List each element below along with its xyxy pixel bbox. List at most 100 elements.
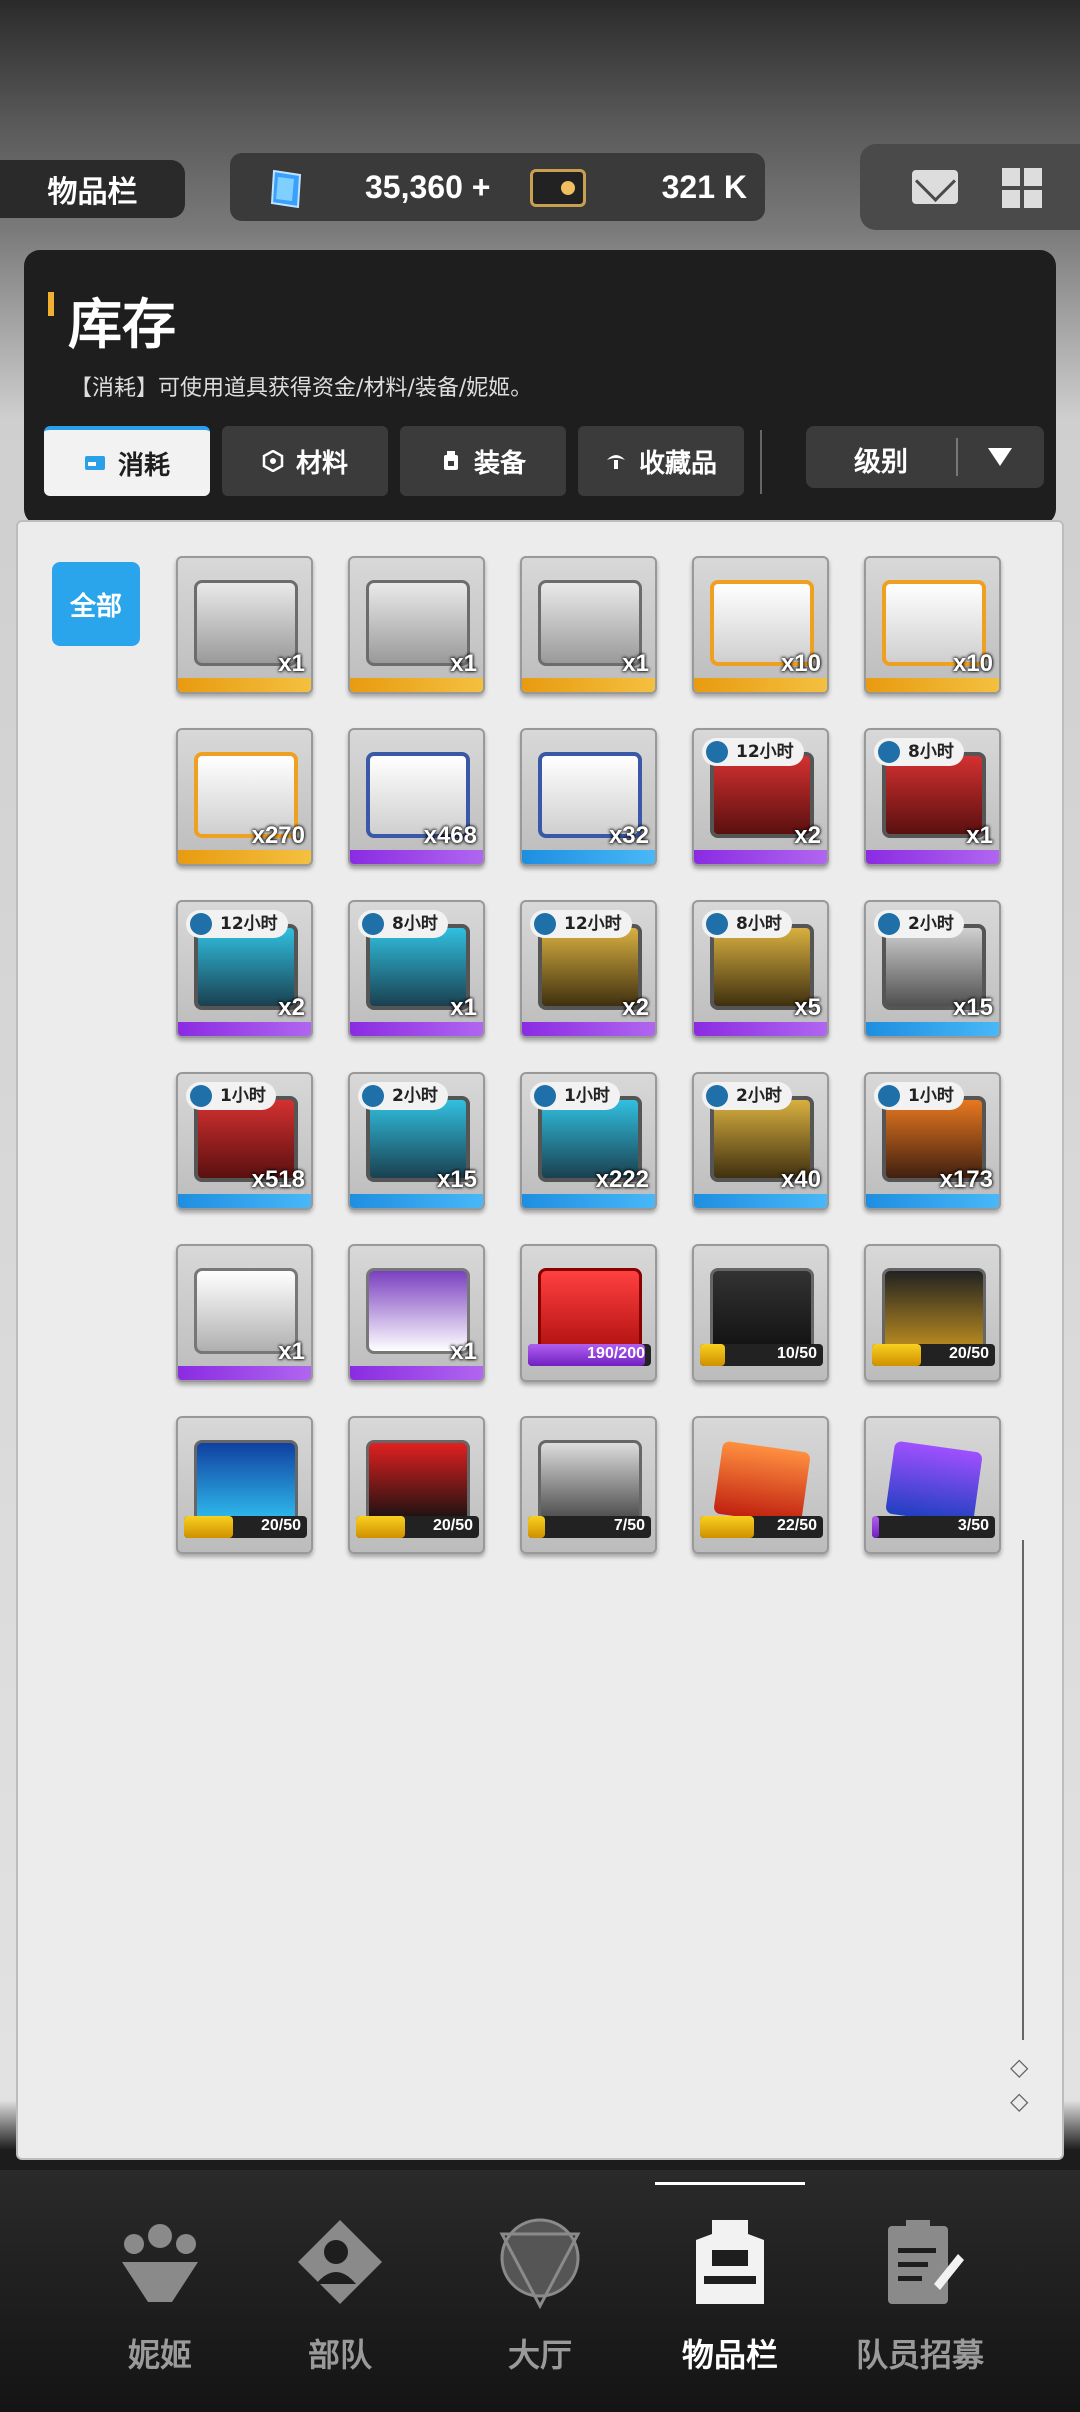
- rarity-bar: [522, 1194, 655, 1208]
- inventory-item[interactable]: 12小时 x2: [176, 900, 313, 1038]
- nav-inventory-label: 物品栏: [681, 2336, 778, 2374]
- bottom-nav: 妮姬 部队 大厅 物品栏 队员招募: [0, 2170, 1080, 2412]
- tab-divider: [760, 430, 762, 494]
- title-accent: [48, 292, 54, 316]
- inventory-item[interactable]: x468: [348, 728, 485, 866]
- nav-lobby-label: 大厅: [507, 2336, 572, 2374]
- inventory-item[interactable]: 8小时 x1: [348, 900, 485, 1038]
- inventory-item[interactable]: 190/200: [520, 1244, 657, 1382]
- inventory-item[interactable]: 1小时 x518: [176, 1072, 313, 1210]
- item-duration-badge: 1小时: [874, 1082, 964, 1110]
- item-quantity: x222: [595, 1166, 649, 1193]
- item-quantity: x1: [278, 650, 305, 677]
- inventory-item[interactable]: 7/50: [520, 1416, 657, 1554]
- item-progress-bar: 190/200: [528, 1344, 651, 1366]
- nav-squad[interactable]: 部队: [250, 2204, 430, 2384]
- inventory-item[interactable]: 1小时 x222: [520, 1072, 657, 1210]
- tab-materials[interactable]: 材料: [222, 426, 388, 496]
- item-duration-badge: 12小时: [186, 910, 288, 938]
- item-image: [713, 1440, 811, 1526]
- item-image: [538, 1440, 642, 1526]
- inventory-item[interactable]: x1: [176, 556, 313, 694]
- rarity-bar: [694, 678, 827, 692]
- inventory-item[interactable]: 8小时 x5: [692, 900, 829, 1038]
- inventory-item[interactable]: 2小时 x15: [864, 900, 1001, 1038]
- nav-nikke-label: 妮姬: [127, 2336, 192, 2374]
- tab-collection[interactable]: 收藏品: [578, 426, 744, 496]
- inventory-item[interactable]: 12小时 x2: [520, 900, 657, 1038]
- inventory-item[interactable]: x1: [348, 1244, 485, 1382]
- inventory-item[interactable]: 2小时 x40: [692, 1072, 829, 1210]
- inventory-icon: [696, 2220, 764, 2304]
- inventory-item[interactable]: x32: [520, 728, 657, 866]
- rarity-bar: [178, 1022, 311, 1036]
- inventory-item[interactable]: x10: [692, 556, 829, 694]
- tab-collection-label: 收藏品: [638, 448, 717, 479]
- mail-icon[interactable]: [912, 170, 958, 204]
- sort-label: 级别: [854, 447, 908, 478]
- rarity-bar: [350, 678, 483, 692]
- progress-fill: [700, 1344, 725, 1366]
- add-gems-button[interactable]: +: [472, 169, 491, 205]
- progress-fill: [356, 1516, 406, 1538]
- inventory-item[interactable]: x1: [348, 556, 485, 694]
- progress-text: 7/50: [613, 1517, 645, 1534]
- gem-count: 35,360 +: [365, 169, 491, 205]
- item-progress-bar: 20/50: [184, 1516, 307, 1538]
- inventory-item[interactable]: 3/50: [864, 1416, 1001, 1554]
- inventory-item[interactable]: x10: [864, 556, 1001, 694]
- inventory-item[interactable]: x270: [176, 728, 313, 866]
- nav-inventory[interactable]: 物品栏: [640, 2204, 820, 2384]
- nav-nikke[interactable]: 妮姬: [70, 2204, 250, 2384]
- sort-dropdown[interactable]: 级别: [806, 426, 1044, 488]
- sort-divider: [956, 438, 958, 476]
- corner-decoration: ◇ ◇: [1010, 2053, 1029, 2115]
- nav-lobby[interactable]: 大厅: [450, 2204, 630, 2384]
- item-duration-badge: 12小时: [530, 910, 632, 938]
- progress-text: 20/50: [432, 1517, 473, 1534]
- progress-fill: [528, 1516, 546, 1538]
- item-quantity: x2: [622, 994, 649, 1021]
- item-image: [538, 1268, 642, 1354]
- item-quantity: x2: [794, 822, 821, 849]
- inventory-item[interactable]: 12小时 x2: [692, 728, 829, 866]
- item-image: [194, 1440, 298, 1526]
- inventory-item[interactable]: x1: [176, 1244, 313, 1382]
- collection-icon: [606, 455, 625, 469]
- rarity-bar: [350, 850, 483, 864]
- inventory-item[interactable]: 20/50: [348, 1416, 485, 1554]
- rarity-bar: [866, 850, 999, 864]
- inventory-item[interactable]: 22/50: [692, 1416, 829, 1554]
- item-progress-bar: 20/50: [356, 1516, 479, 1538]
- item-quantity: x1: [966, 822, 993, 849]
- consumable-icon: [84, 456, 105, 470]
- tab-consumables[interactable]: 消耗: [44, 426, 210, 496]
- rarity-bar: [694, 850, 827, 864]
- inventory-item[interactable]: 1小时 x173: [864, 1072, 1001, 1210]
- rarity-bar: [350, 1022, 483, 1036]
- item-quantity: x15: [436, 1166, 477, 1193]
- inventory-item[interactable]: 10/50: [692, 1244, 829, 1382]
- inventory-item[interactable]: 20/50: [864, 1244, 1001, 1382]
- scrollbar[interactable]: [1022, 1540, 1024, 2040]
- progress-text: 3/50: [957, 1517, 989, 1534]
- item-quantity: x518: [251, 1166, 305, 1193]
- item-image: [366, 1440, 470, 1526]
- inventory-item[interactable]: x1: [520, 556, 657, 694]
- inventory-header: 库存 【消耗】可使用道具获得资金/材料/装备/妮姬。 消耗 材料 装备 收藏品 …: [24, 250, 1056, 525]
- item-duration-badge: 12小时: [702, 738, 804, 766]
- tab-equipment[interactable]: 装备: [400, 426, 566, 496]
- menu-grid-icon[interactable]: [1002, 168, 1042, 208]
- material-icon: [262, 450, 284, 472]
- inventory-item[interactable]: 8小时 x1: [864, 728, 1001, 866]
- rarity-bar: [178, 678, 311, 692]
- inventory-item[interactable]: 2小时 x15: [348, 1072, 485, 1210]
- lobby-icon: [499, 2218, 581, 2310]
- nav-recruit[interactable]: 队员招募: [830, 2204, 1010, 2384]
- inventory-description: 【消耗】可使用道具获得资金/材料/装备/妮姬。: [70, 376, 533, 401]
- page-tag: 物品栏: [0, 160, 185, 218]
- filter-all-button[interactable]: 全部: [52, 562, 140, 646]
- inventory-item[interactable]: 20/50: [176, 1416, 313, 1554]
- rarity-bar: [866, 678, 999, 692]
- item-duration-badge: 1小时: [530, 1082, 620, 1110]
